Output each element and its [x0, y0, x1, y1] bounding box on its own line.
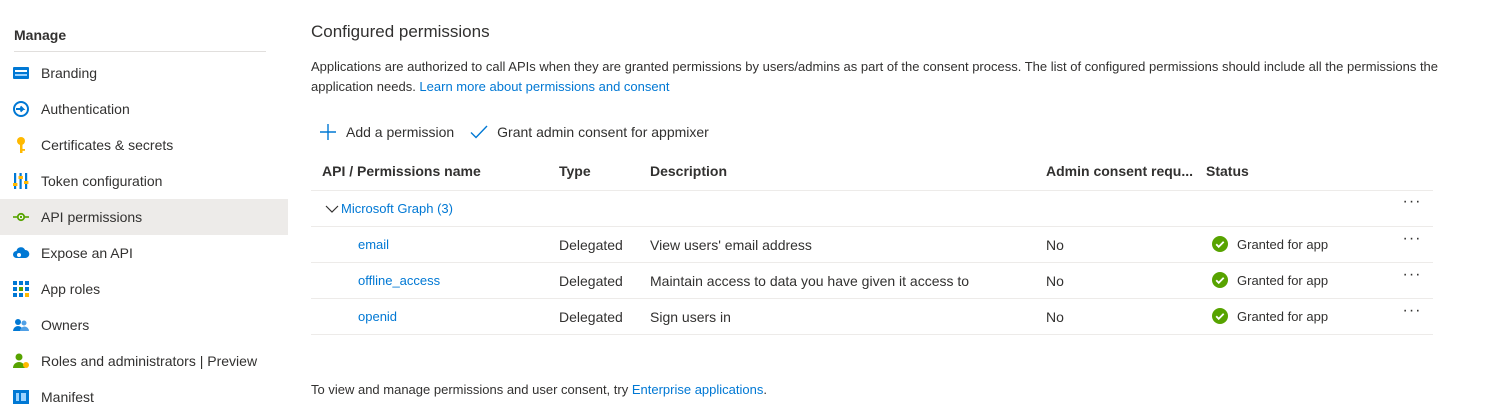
- sidebar-item-label: Roles and administrators | Preview: [41, 353, 258, 369]
- sidebar-item-branding[interactable]: Branding: [0, 55, 288, 91]
- group-row-microsoft-graph: Microsoft Graph (3) ···: [311, 191, 1433, 227]
- status-text: Granted for app: [1237, 272, 1329, 288]
- sidebar-item-expose-api[interactable]: Expose an API: [0, 235, 288, 271]
- group-label: Microsoft Graph (3): [341, 201, 453, 216]
- status-badge: Granted for app: [1212, 236, 1328, 252]
- permission-description: Maintain access to data you have given i…: [650, 273, 970, 289]
- checkmark-icon: [470, 125, 488, 139]
- sidebar-item-roles-administrators[interactable]: Roles and administrators | Preview: [0, 343, 288, 379]
- toolbar: Add a permission Grant admin consent for…: [319, 120, 725, 144]
- sidebar-item-token-configuration[interactable]: Token configuration: [0, 163, 288, 199]
- sidebar-item-label: Owners: [41, 317, 90, 333]
- row-divider: [311, 334, 1433, 335]
- sidebar-item-authentication[interactable]: Authentication: [0, 91, 288, 127]
- sidebar: Manage Branding Authentication Certifica…: [0, 0, 288, 420]
- status-text: Granted for app: [1237, 308, 1329, 324]
- admin-consent-value: No: [1046, 309, 1064, 325]
- admin-consent-value: No: [1046, 237, 1064, 253]
- admin-consent-value: No: [1046, 273, 1064, 289]
- grant-admin-consent-button[interactable]: Grant admin consent for appmixer: [470, 123, 709, 141]
- sidebar-item-label: Branding: [41, 65, 98, 81]
- branding-icon: [12, 64, 30, 82]
- cloud-icon: [12, 244, 30, 262]
- status-text: Granted for app: [1237, 236, 1329, 252]
- key-icon: [12, 136, 30, 154]
- status-badge: Granted for app: [1212, 272, 1328, 288]
- footer-text: To view and manage permissions and user …: [311, 382, 767, 397]
- column-header-status[interactable]: Status: [1206, 163, 1249, 179]
- app-page: Manage Branding Authentication Certifica…: [0, 0, 1500, 420]
- column-header-api-name[interactable]: API / Permissions name: [322, 163, 481, 179]
- footer-text-prefix: To view and manage permissions and user …: [311, 382, 632, 397]
- column-header-admin-consent[interactable]: Admin consent requ...: [1046, 163, 1193, 179]
- add-permission-button[interactable]: Add a permission: [319, 123, 454, 141]
- permission-type: Delegated: [559, 237, 623, 253]
- status-badge: Granted for app: [1212, 308, 1328, 324]
- sidebar-item-label: App roles: [41, 281, 101, 297]
- sidebar-heading: Manage: [14, 27, 266, 52]
- permission-description: Sign users in: [650, 309, 731, 325]
- grid-icon: [12, 280, 30, 298]
- intro-paragraph: Applications are authorized to call APIs…: [311, 57, 1441, 97]
- sidebar-item-label: API permissions: [41, 209, 143, 225]
- row-more-button[interactable]: ···: [1399, 303, 1425, 326]
- check-circle-icon: [1212, 236, 1228, 252]
- permission-name-link[interactable]: offline_access: [358, 273, 440, 288]
- group-toggle[interactable]: Microsoft Graph (3): [325, 201, 453, 216]
- column-header-type[interactable]: Type: [559, 163, 591, 179]
- people-icon: [12, 316, 30, 334]
- sidebar-item-manifest[interactable]: Manifest: [0, 379, 288, 415]
- manifest-icon: [12, 388, 30, 406]
- table-row: openid Delegated Sign users in No Grante…: [311, 299, 1433, 335]
- user-admin-icon: [12, 352, 30, 370]
- sidebar-item-owners[interactable]: Owners: [0, 307, 288, 343]
- permission-name-link[interactable]: openid: [358, 309, 397, 324]
- footer-text-suffix: .: [763, 382, 767, 397]
- main-content: Configured permissions Applications are …: [311, 0, 1481, 420]
- sidebar-item-label: Manifest: [41, 389, 94, 405]
- check-circle-icon: [1212, 308, 1228, 324]
- permission-type: Delegated: [559, 273, 623, 289]
- row-more-button[interactable]: ···: [1399, 231, 1425, 254]
- sidebar-item-api-permissions[interactable]: API permissions: [0, 199, 288, 235]
- sidebar-item-label: Expose an API: [41, 245, 133, 261]
- grant-admin-consent-label: Grant admin consent for appmixer: [497, 124, 709, 140]
- add-permission-label: Add a permission: [346, 124, 455, 140]
- sidebar-item-label: Certificates & secrets: [41, 137, 174, 153]
- token-icon: [12, 172, 30, 190]
- sidebar-item-app-roles[interactable]: App roles: [0, 271, 288, 307]
- page-title: Configured permissions: [311, 22, 490, 41]
- table-row: offline_access Delegated Maintain access…: [311, 263, 1433, 299]
- learn-more-link[interactable]: Learn more about permissions and consent: [419, 79, 669, 94]
- permissions-table: API / Permissions name Type Description …: [311, 153, 1433, 335]
- sidebar-item-certificates[interactable]: Certificates & secrets: [0, 127, 288, 163]
- check-circle-icon: [1212, 272, 1228, 288]
- enterprise-applications-link[interactable]: Enterprise applications: [632, 382, 764, 397]
- group-more-button[interactable]: ···: [1399, 194, 1425, 217]
- column-header-description[interactable]: Description: [650, 163, 727, 179]
- authentication-icon: [12, 100, 30, 118]
- table-header: API / Permissions name Type Description …: [311, 153, 1433, 191]
- api-permissions-icon: [12, 208, 30, 226]
- sidebar-item-label: Token configuration: [41, 173, 163, 189]
- row-more-button[interactable]: ···: [1399, 267, 1425, 290]
- table-row: email Delegated View users' email addres…: [311, 227, 1433, 263]
- sidebar-item-label: Authentication: [41, 101, 130, 117]
- permission-type: Delegated: [559, 309, 623, 325]
- plus-icon: [320, 124, 336, 140]
- chevron-down-icon: [325, 205, 339, 213]
- permission-name-link[interactable]: email: [358, 237, 389, 252]
- permission-description: View users' email address: [650, 237, 812, 253]
